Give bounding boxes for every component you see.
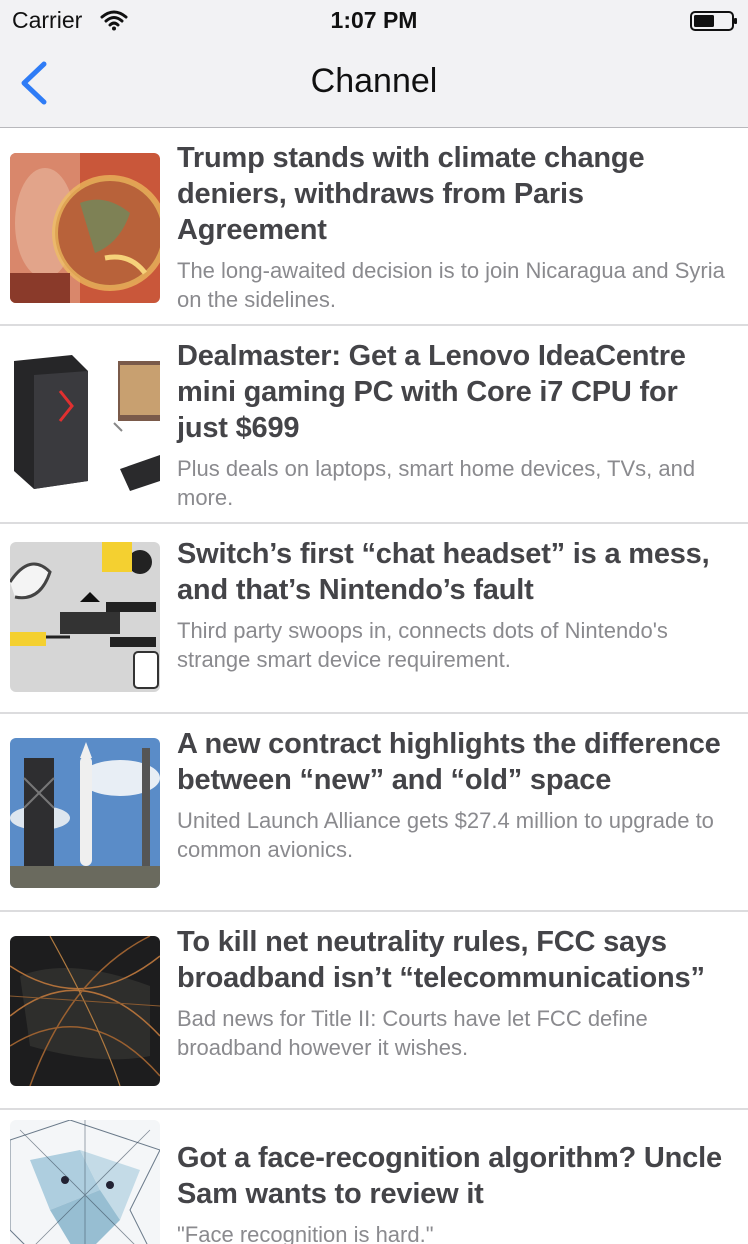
article-row[interactable]: Switch’s first “chat headset” is a mess,… (0, 524, 748, 714)
face-mesh-image (10, 1120, 160, 1244)
article-list: Trump stands with climate change deniers… (0, 128, 748, 1244)
article-summary: Bad news for Title II: Courts have let F… (177, 1006, 648, 1060)
article-row[interactable]: To kill net neutrality rules, FCC says b… (0, 912, 748, 1110)
article-headline: Dealmaster: Get a Lenovo IdeaCentre mini… (177, 340, 686, 444)
article-headline: A new contract highlights the difference… (177, 728, 721, 796)
gaming-pc-image (10, 351, 160, 501)
article-summary: The long-awaited decision is to join Nic… (177, 258, 725, 312)
article-headline: To kill net neutrality rules, FCC says b… (177, 926, 705, 994)
article-row[interactable]: Dealmaster: Get a Lenovo IdeaCentre mini… (0, 326, 748, 524)
earth-burning-image (10, 153, 160, 303)
article-headline: Trump stands with climate change deniers… (177, 142, 645, 246)
article-summary: Plus deals on laptops, smart home device… (177, 456, 696, 510)
article-row[interactable]: Trump stands with climate change deniers… (0, 128, 748, 326)
page-title: Channel (310, 62, 438, 100)
article-headline: Got a face-recognition algorithm? Uncle … (177, 1142, 722, 1210)
navigation-bar: Channel (0, 40, 748, 128)
status-time: 1:07 PM (330, 7, 418, 33)
headset-diagram-image (10, 542, 160, 692)
network-map-image (10, 936, 160, 1086)
article-row[interactable]: Got a face-recognition algorithm? Uncle … (0, 1110, 748, 1244)
article-summary: Third party swoops in, connects dots of … (177, 618, 668, 672)
battery-icon (690, 11, 737, 31)
article-row[interactable]: A new contract highlights the difference… (0, 714, 748, 912)
article-summary: "Face recognition is hard." (177, 1222, 434, 1244)
rocket-launch-image (10, 738, 160, 888)
article-headline: Switch’s first “chat headset” is a mess,… (177, 538, 710, 606)
article-summary: United Launch Alliance gets $27.4 millio… (177, 808, 714, 862)
status-bar: Carrier 1:07 PM (0, 0, 748, 40)
